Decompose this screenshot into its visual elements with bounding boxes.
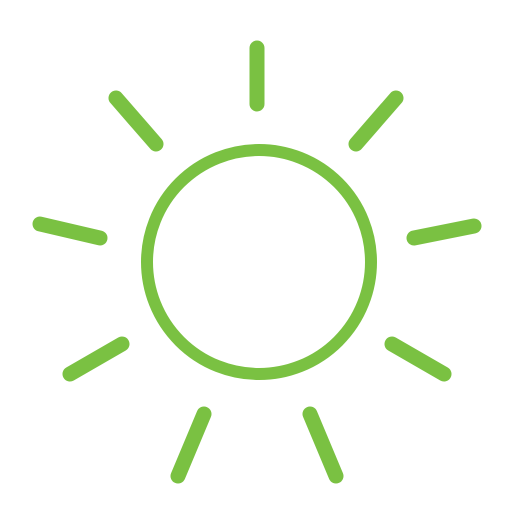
ray-bottom-inner-left [170, 406, 212, 484]
sun-icon-canvas [0, 0, 512, 512]
ray-left [32, 216, 108, 246]
ray-bottom-right [384, 336, 452, 382]
ray-top-right [348, 90, 404, 152]
ray-bottom-left [62, 336, 130, 382]
ray-right [406, 218, 482, 246]
ray-top-left [108, 90, 164, 152]
sun-circle [141, 144, 377, 380]
sun-icon [32, 40, 482, 484]
ray-bottom-inner-right [302, 406, 344, 484]
